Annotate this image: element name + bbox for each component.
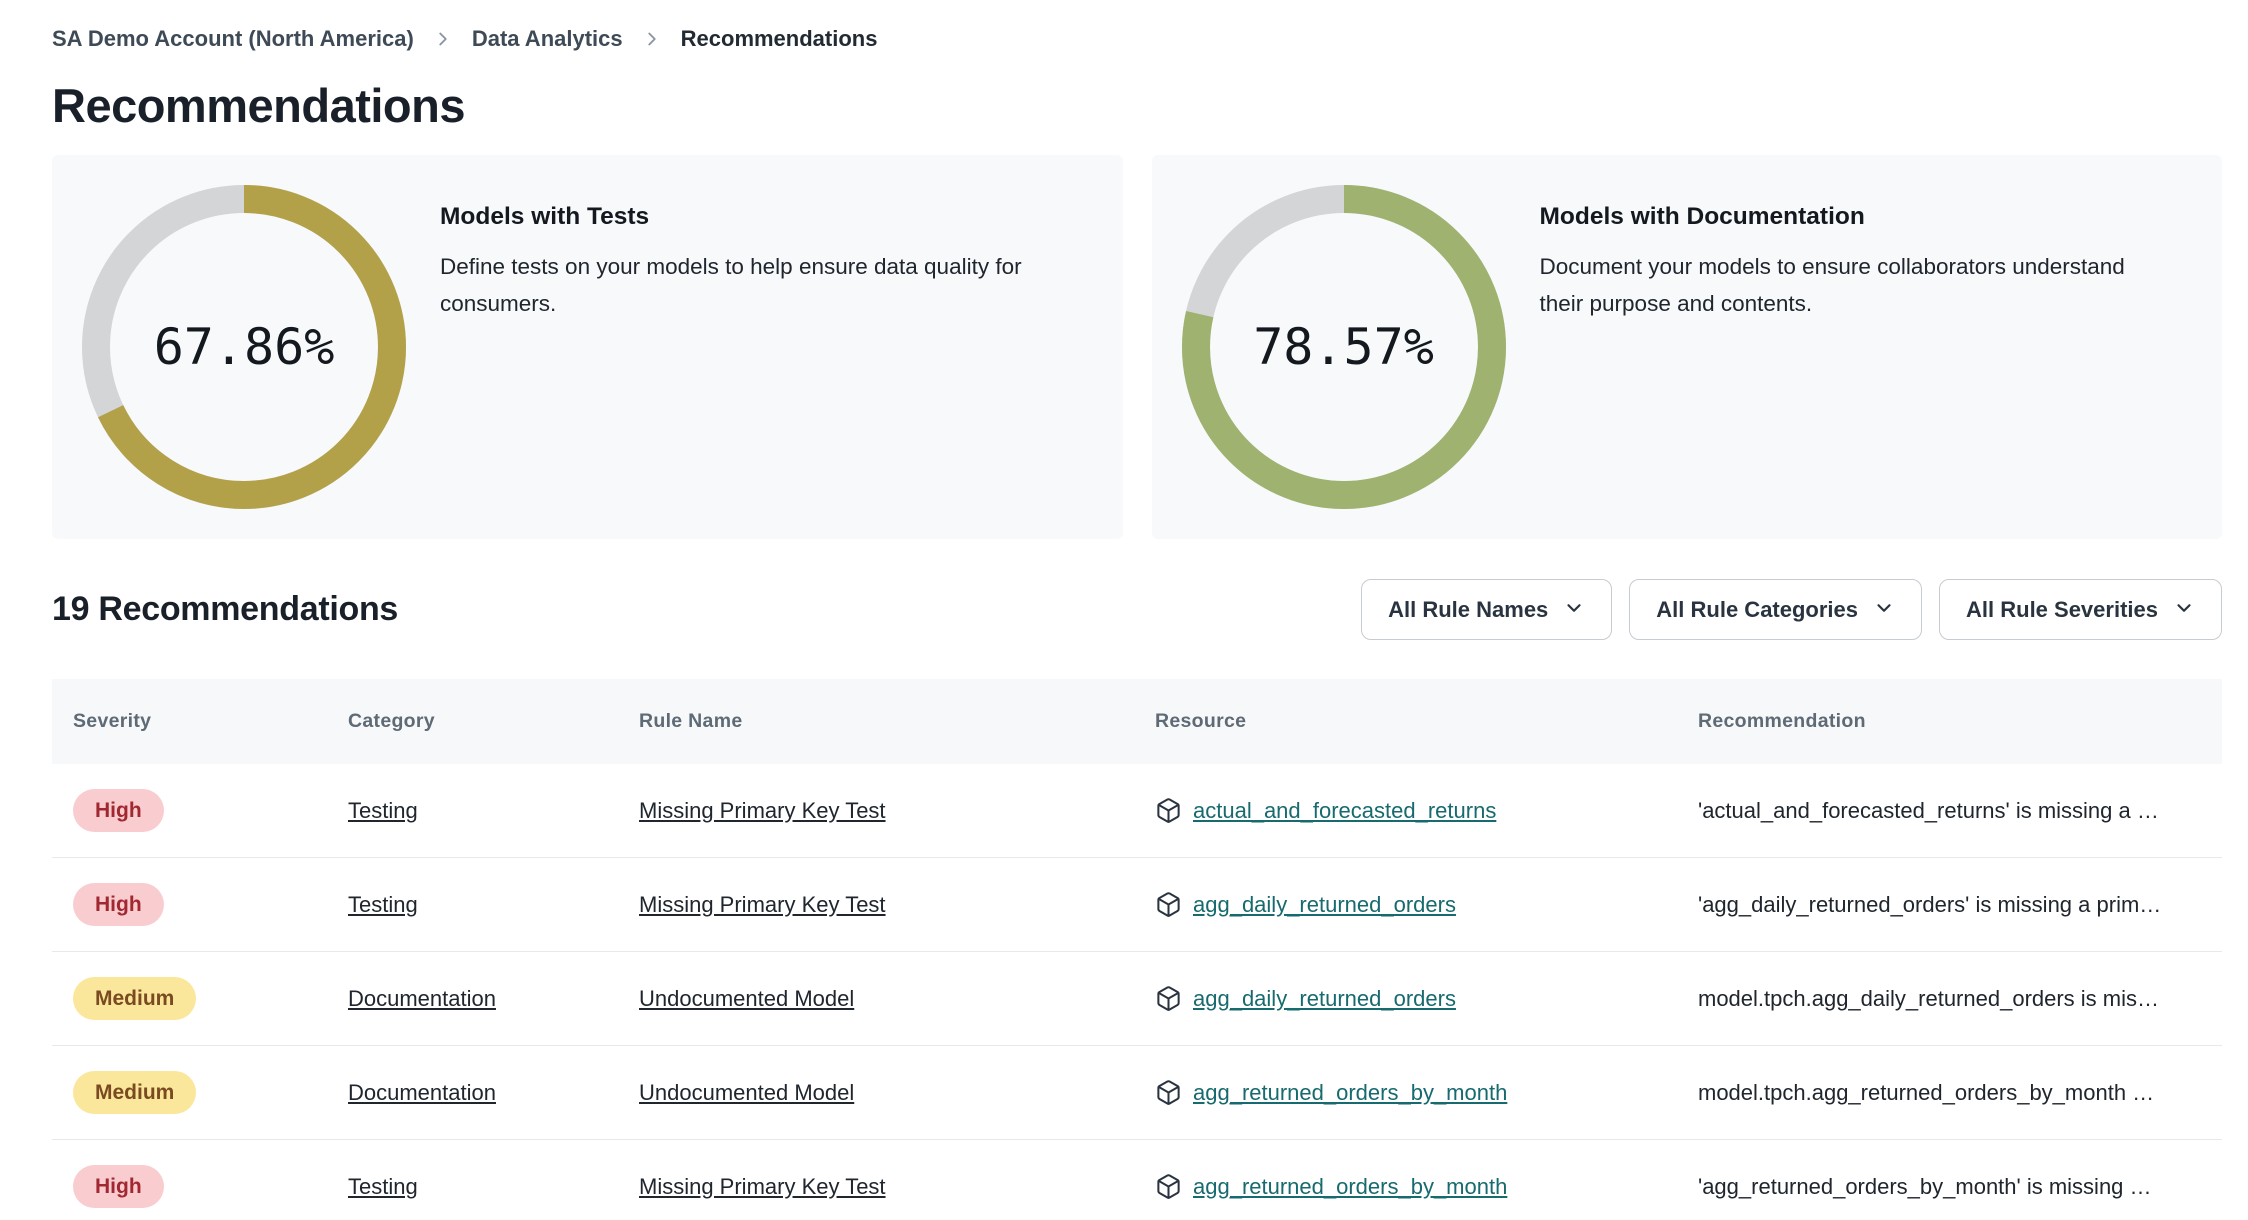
breadcrumb-current: Recommendations	[680, 26, 878, 51]
category-link[interactable]: Testing	[348, 1174, 418, 1199]
column-header-category: Category	[348, 710, 435, 732]
tests-percent-value: 67.86%	[153, 318, 335, 376]
filter-bar: All Rule Names All Rule Categories All R…	[1361, 579, 2222, 640]
column-header-severity: Severity	[73, 710, 152, 732]
category-link[interactable]: Documentation	[348, 1080, 496, 1105]
recommendation-text: model.tpch.agg_daily_returned_orders is …	[1698, 985, 2160, 1011]
models-with-tests-card: 67.86% Models with Tests Define tests on…	[52, 155, 1123, 539]
documentation-donut-chart: 78.57%	[1180, 183, 1508, 511]
chevron-down-icon	[1563, 595, 1585, 625]
category-link[interactable]: Testing	[348, 892, 418, 917]
column-header-recommendation: Recommendation	[1698, 710, 1866, 732]
table-row: High Testing Missing Primary Key Test ag…	[52, 858, 2222, 952]
card-description: Document your models to ensure collabora…	[1539, 254, 2125, 316]
table-header: Severity Category Rule Name Resource Rec…	[52, 679, 2222, 764]
resource-link[interactable]: actual_and_forecasted_returns	[1193, 798, 1496, 824]
tests-donut-chart: 67.86%	[80, 183, 408, 511]
page-title: Recommendations	[52, 79, 465, 132]
resource-link[interactable]: agg_daily_returned_orders	[1193, 986, 1456, 1012]
chevron-right-icon	[641, 28, 663, 50]
severity-badge: High	[73, 882, 164, 927]
recommendation-text: 'agg_daily_returned_orders' is missing a…	[1698, 891, 2162, 917]
recommendations-count: 19 Recommendations	[52, 590, 399, 628]
models-with-documentation-card: 78.57% Models with Documentation Documen…	[1151, 155, 2222, 539]
cube-icon	[1155, 985, 1182, 1012]
resource-link[interactable]: agg_returned_orders_by_month	[1193, 1174, 1507, 1200]
severity-badge: Medium	[73, 976, 197, 1021]
category-link[interactable]: Documentation	[348, 986, 496, 1011]
chevron-down-icon	[2173, 595, 2195, 625]
card-title: Models with Documentation	[1539, 203, 1865, 230]
category-link[interactable]: Testing	[348, 798, 418, 823]
resource-link[interactable]: agg_returned_orders_by_month	[1193, 1080, 1507, 1106]
rule-name-link[interactable]: Undocumented Model	[639, 1080, 854, 1105]
severity-badge: High	[73, 1164, 164, 1209]
rule-categories-filter[interactable]: All Rule Categories	[1629, 579, 1923, 640]
rule-name-link[interactable]: Missing Primary Key Test	[639, 798, 886, 823]
recommendations-page: SA Demo Account (North America) Data Ana…	[0, 0, 2248, 1220]
severity-badge: High	[73, 788, 164, 833]
cube-icon	[1155, 1173, 1182, 1200]
cube-icon	[1155, 1079, 1182, 1106]
cube-icon	[1155, 797, 1182, 824]
severity-badge: Medium	[73, 1070, 197, 1115]
table-row: High Testing Missing Primary Key Test ag…	[52, 1140, 2222, 1220]
chevron-right-icon	[432, 28, 454, 50]
recommendation-text: model.tpch.agg_returned_orders_by_month …	[1698, 1079, 2155, 1105]
metric-cards: 67.86% Models with Tests Define tests on…	[52, 155, 2222, 539]
rule-severities-filter[interactable]: All Rule Severities	[1939, 579, 2222, 640]
rule-name-link[interactable]: Missing Primary Key Test	[639, 892, 886, 917]
table-row: High Testing Missing Primary Key Test ac…	[52, 764, 2222, 858]
breadcrumb: SA Demo Account (North America) Data Ana…	[52, 26, 2222, 52]
recommendation-text: 'agg_returned_orders_by_month' is missin…	[1698, 1173, 2152, 1199]
table-body: High Testing Missing Primary Key Test ac…	[52, 764, 2222, 1220]
card-title: Models with Tests	[440, 203, 650, 230]
breadcrumb-account[interactable]: SA Demo Account (North America)	[52, 26, 414, 52]
rule-name-link[interactable]: Missing Primary Key Test	[639, 1174, 886, 1199]
chevron-down-icon	[1873, 595, 1895, 625]
breadcrumb-project[interactable]: Data Analytics	[472, 26, 623, 52]
column-header-rule-name: Rule Name	[639, 710, 743, 732]
rule-names-filter[interactable]: All Rule Names	[1361, 579, 1613, 640]
resource-link[interactable]: agg_daily_returned_orders	[1193, 892, 1456, 918]
table-row: Medium Documentation Undocumented Model …	[52, 952, 2222, 1046]
rule-name-link[interactable]: Undocumented Model	[639, 986, 854, 1011]
recommendations-table: Severity Category Rule Name Resource Rec…	[52, 679, 2222, 1220]
table-row: Medium Documentation Undocumented Model …	[52, 1046, 2222, 1140]
documentation-percent-value: 78.57%	[1253, 318, 1434, 376]
column-header-resource: Resource	[1155, 710, 1247, 732]
cube-icon	[1155, 891, 1182, 918]
card-description: Define tests on your models to help ensu…	[440, 254, 1022, 316]
recommendation-text: 'actual_and_forecasted_returns' is missi…	[1698, 797, 2159, 823]
